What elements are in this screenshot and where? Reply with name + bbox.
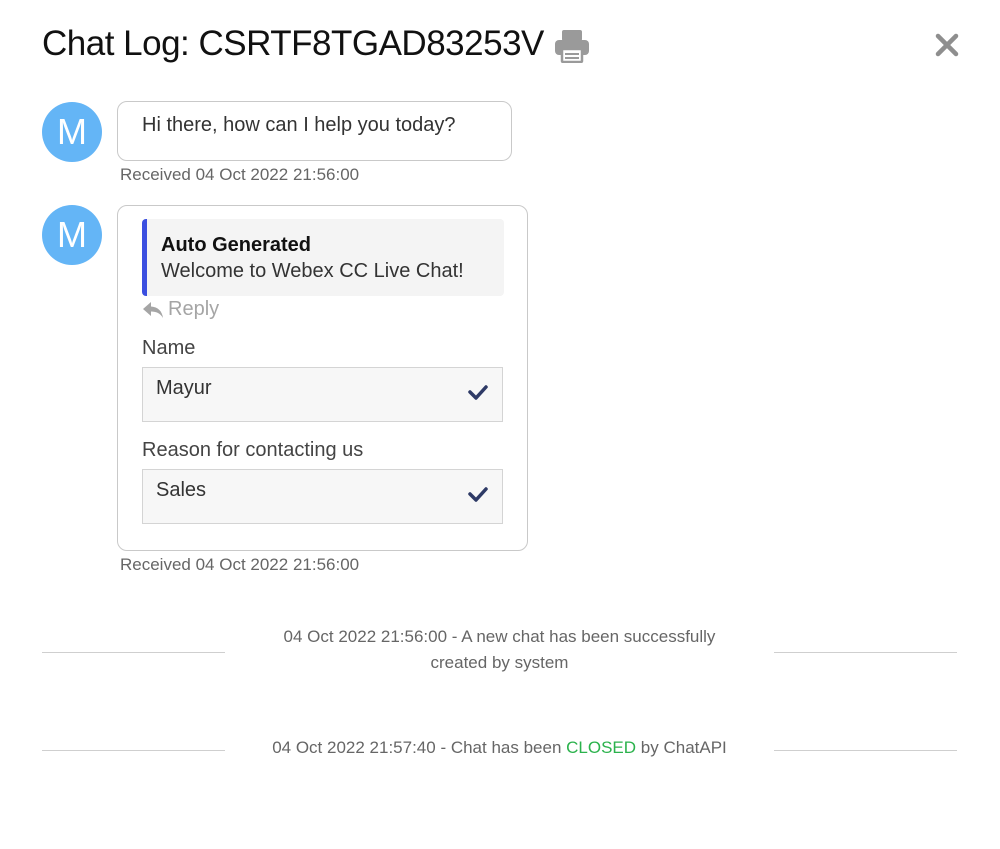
message-timestamp: Received 04 Oct 2022 21:56:00 <box>120 165 360 184</box>
page-title: Chat Log: CSRTF8TGAD83253V <box>42 24 544 63</box>
message-bubble: Auto Generated Welcome to Webex CC Live … <box>117 205 528 551</box>
avatar: M <box>42 102 102 162</box>
message-text: Hi there, how can I help you today? <box>142 114 456 136</box>
reply-button[interactable]: Reply <box>142 298 219 321</box>
reason-field-value: Sales <box>156 479 207 501</box>
quoted-message: Auto Generated Welcome to Webex CC Live … <box>142 219 504 296</box>
divider <box>42 750 225 751</box>
reason-field: Sales <box>142 469 503 524</box>
field-label-name: Name <box>142 337 196 359</box>
name-field-value: Mayur <box>156 377 212 399</box>
chat-log-header: Chat Log: CSRTF8TGAD83253V <box>42 24 590 64</box>
check-icon <box>468 385 488 400</box>
system-event-text: 04 Oct 2022 21:57:40 - Chat has been CLO… <box>227 735 772 761</box>
avatar: M <box>42 205 102 265</box>
status-closed: CLOSED <box>566 738 637 757</box>
system-event-text: 04 Oct 2022 21:56:00 - A new chat has be… <box>227 624 772 676</box>
divider <box>774 652 957 653</box>
print-icon[interactable] <box>554 29 590 63</box>
system-event-line: created by system <box>430 653 569 672</box>
message-bubble: Hi there, how can I help you today? <box>117 101 512 161</box>
reply-label: Reply <box>168 298 220 320</box>
system-event: 04 Oct 2022 21:57:40 - Chat has been CLO… <box>42 735 957 765</box>
check-icon <box>468 487 488 502</box>
divider <box>774 750 957 751</box>
divider <box>42 652 225 653</box>
quoted-message-text: Welcome to Webex CC Live Chat! <box>161 260 464 282</box>
quoted-message-title: Auto Generated <box>161 234 312 256</box>
system-event-suffix: by ChatAPI <box>636 738 727 757</box>
system-event-line: 04 Oct 2022 21:56:00 - A new chat has be… <box>283 627 716 646</box>
name-field: Mayur <box>142 367 503 422</box>
system-event-prefix: 04 Oct 2022 21:57:40 - Chat has been <box>272 738 567 757</box>
message-timestamp: Received 04 Oct 2022 21:56:00 <box>120 555 360 574</box>
system-event: 04 Oct 2022 21:56:00 - A new chat has be… <box>42 624 957 676</box>
field-label-reason: Reason for contacting us <box>142 439 364 461</box>
close-icon[interactable] <box>932 30 962 60</box>
reply-icon <box>143 301 163 318</box>
